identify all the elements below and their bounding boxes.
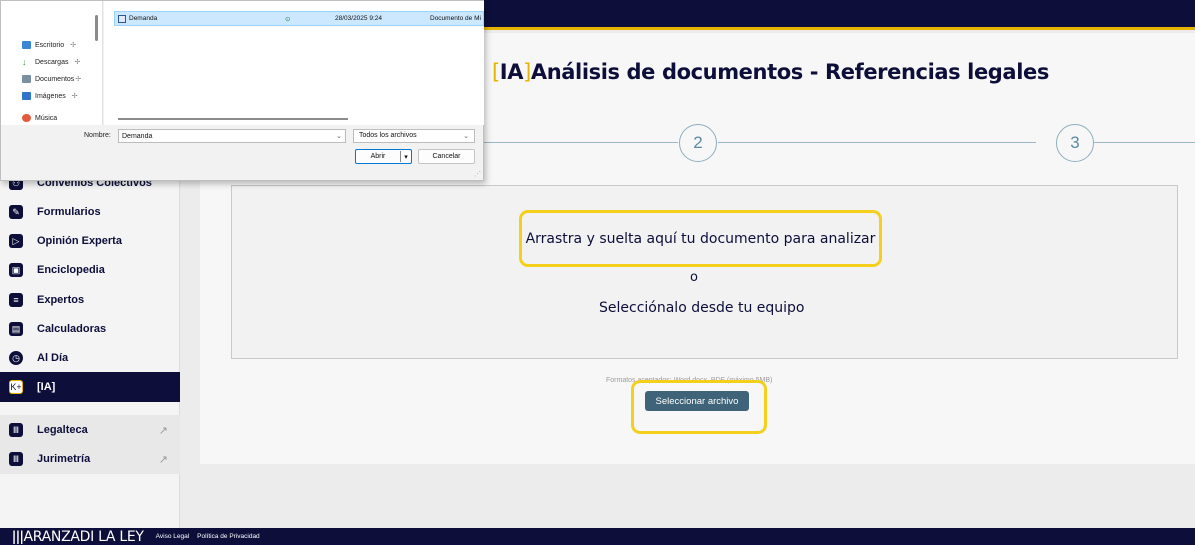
stepper-line xyxy=(480,142,678,143)
encyclopedia-icon: ▣ xyxy=(9,263,23,277)
file-open-dialog: Escritorio ✢ ↓ Descargas ✢ Documentos ✢ … xyxy=(0,0,484,181)
external-link-icon: ↗ xyxy=(158,424,168,437)
jurimetria-icon: Ⅲ xyxy=(9,452,23,466)
title-text: Análisis de documentos - Referencias leg… xyxy=(530,60,1049,84)
pin-icon: ✢ xyxy=(74,59,81,66)
file-name: Demanda xyxy=(129,15,158,22)
pin-icon: ✢ xyxy=(71,93,78,100)
sidebar-item-expertos[interactable]: ≡ Expertos xyxy=(0,285,180,315)
legalteca-icon: Ⅲ xyxy=(9,423,23,437)
sidebar-item-label: Al Día xyxy=(37,352,69,364)
sidebar-item-label: Jurimetría xyxy=(37,453,91,465)
sidebar-item-label: Calculadoras xyxy=(37,323,107,335)
download-icon: ↓ xyxy=(22,57,27,67)
select-file-button[interactable]: Seleccionar archivo xyxy=(645,391,749,411)
desktop-icon xyxy=(22,41,31,49)
app-root: ⚇ Convenios Colectivos ✎ Formularios ▷ O… xyxy=(0,0,1195,545)
clock-icon: ◷ xyxy=(9,351,23,365)
nav-item-escritorio[interactable]: Escritorio ✢ xyxy=(22,38,76,52)
sidebar-item-label: Formularios xyxy=(37,206,101,218)
sidebar-item-calculadoras[interactable]: ▤ Calculadoras xyxy=(0,314,180,344)
resize-grip-icon[interactable]: ⋰ xyxy=(474,170,481,178)
nav-item-documentos[interactable]: Documentos ✢ xyxy=(22,72,81,86)
file-list-scrollbar[interactable] xyxy=(118,118,348,120)
expert-opinion-icon: ▷ xyxy=(9,234,23,248)
pin-icon: ✢ xyxy=(75,76,82,83)
page-title: [IA]Análisis de documentos - Referencias… xyxy=(492,60,1049,84)
open-button[interactable]: Abrir ▾ xyxy=(355,149,412,164)
footer: ǀǀǀARANZADI LA LEY Aviso Legal Política … xyxy=(0,528,1195,545)
calculator-icon: ▤ xyxy=(9,322,23,336)
filetype-select[interactable]: Todos los archivos ⌄ xyxy=(353,129,475,143)
brand-logo: ǀǀǀARANZADI LA LEY xyxy=(12,528,144,545)
music-icon xyxy=(22,114,31,122)
sidebar-item-label: Opinión Experta xyxy=(37,235,122,247)
footer-link-aviso-legal[interactable]: Aviso Legal xyxy=(156,533,190,540)
sync-ok-icon: ⊙ xyxy=(285,15,291,23)
file-type: Documento de Mi xyxy=(430,15,481,22)
dialog-navigation-pane: Escritorio ✢ ↓ Descargas ✢ Documentos ✢ … xyxy=(1,1,103,125)
caret-down-icon[interactable]: ▾ xyxy=(401,153,411,161)
filename-label: Nombre: xyxy=(84,132,111,139)
stepper-line xyxy=(1094,142,1195,143)
sidebar-item-formularios[interactable]: ✎ Formularios xyxy=(0,197,180,227)
sidebar-item-label: Enciclopedia xyxy=(37,264,105,276)
sidebar-item-enciclopedia[interactable]: ▣ Enciclopedia xyxy=(0,255,180,285)
file-modified: 28/03/2025 9:24 xyxy=(335,15,382,22)
drop-instruction: Arrastra y suelta aquí tu documento para… xyxy=(519,210,882,267)
documents-icon xyxy=(22,75,31,83)
sidebar-item-legalteca[interactable]: Ⅲ Legalteca ↗ xyxy=(0,415,180,445)
filename-input[interactable] xyxy=(118,129,346,143)
dialog-file-list: Demanda ⊙ 28/03/2025 9:24 Documento de M… xyxy=(104,1,484,125)
pin-icon: ✢ xyxy=(70,42,77,49)
top-header-bar xyxy=(480,0,1195,30)
step-3: 3 xyxy=(1056,124,1094,162)
edit-form-icon: ✎ xyxy=(9,205,23,219)
select-from-device-text: Selecciónalo desde tu equipo xyxy=(599,300,805,316)
pictures-icon xyxy=(22,92,31,100)
sidebar-item-ia[interactable]: K+ [IA] xyxy=(0,372,180,402)
nav-pane-scrollbar[interactable] xyxy=(95,15,98,41)
file-row-demanda[interactable]: Demanda ⊙ 28/03/2025 9:24 Documento de M… xyxy=(114,11,484,26)
step-2: 2 xyxy=(679,124,717,162)
sidebar-item-label: Legalteca xyxy=(37,424,88,436)
chevron-down-icon: ⌄ xyxy=(463,133,469,140)
bracket-open: [ xyxy=(492,60,500,84)
sidebar-item-label: [IA] xyxy=(37,381,56,393)
ia-prefix: IA xyxy=(499,60,524,84)
cancel-button[interactable]: Cancelar xyxy=(418,149,475,164)
k-plus-icon: K+ xyxy=(9,380,23,394)
nav-item-musica[interactable]: Música xyxy=(22,111,57,125)
bracket-close: ] xyxy=(523,60,531,84)
word-document-icon xyxy=(118,14,126,23)
nav-item-descargas[interactable]: ↓ Descargas ✢ xyxy=(22,55,80,69)
sidebar-item-opinion-experta[interactable]: ▷ Opinión Experta xyxy=(0,226,180,256)
list-icon: ≡ xyxy=(9,293,23,307)
footer-link-privacidad[interactable]: Política de Privacidad xyxy=(197,533,260,540)
sidebar-item-label: Expertos xyxy=(37,294,85,306)
sidebar-item-al-dia[interactable]: ◷ Al Día xyxy=(0,343,180,373)
drop-or-text: o xyxy=(690,270,698,285)
nav-item-imagenes[interactable]: Imágenes ✢ xyxy=(22,89,78,103)
chevron-down-icon[interactable]: ⌄ xyxy=(336,132,342,140)
external-link-icon: ↗ xyxy=(158,453,168,466)
stepper-line xyxy=(718,142,1036,143)
sidebar-item-jurimetria[interactable]: Ⅲ Jurimetría ↗ xyxy=(0,444,180,474)
